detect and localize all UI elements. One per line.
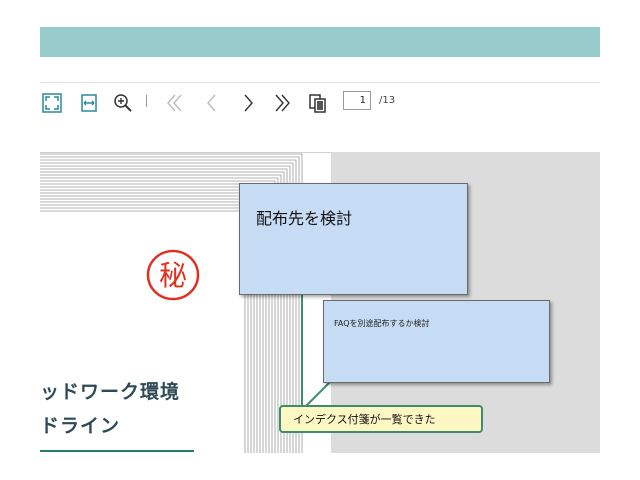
sticky-note-text: FAQを別途配布するか検討 — [334, 319, 430, 328]
sticky-note[interactable]: FAQを別途配布するか検討 — [323, 300, 550, 383]
annotation-callout: インデクス付箋が一覧できた — [279, 405, 483, 433]
sticky-note-text: 配布先を検討 — [256, 209, 353, 228]
sticky-note[interactable]: 配布先を検討 — [239, 183, 468, 295]
